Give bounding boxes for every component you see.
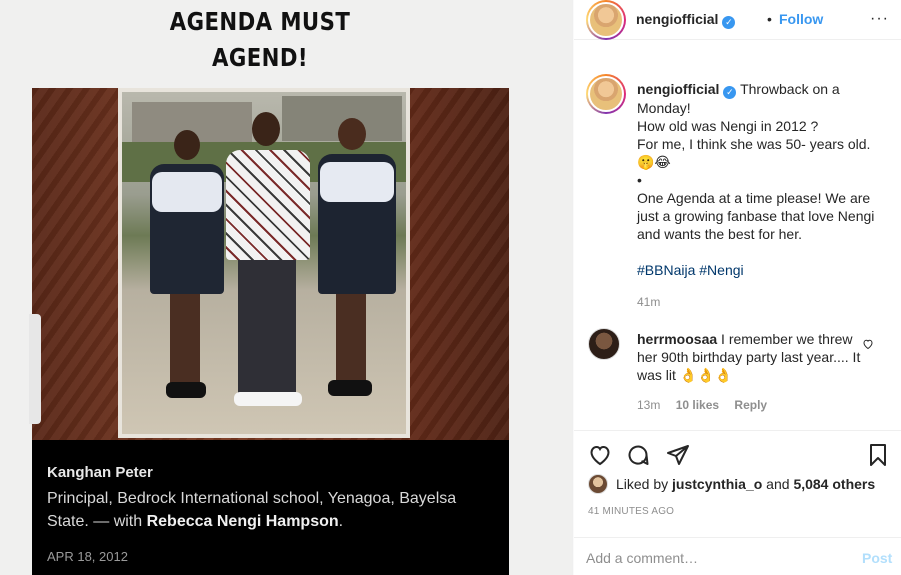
commenter-avatar[interactable]	[588, 328, 620, 360]
profile-avatar[interactable]	[586, 0, 626, 40]
liker-avatar[interactable]	[588, 474, 608, 494]
person-shoes	[328, 380, 372, 396]
likes-text: Liked by justcynthia_o and 5,084 others	[616, 476, 875, 492]
likes-summary: Liked by justcynthia_o and 5,084 others	[588, 474, 898, 496]
comments-section[interactable]: nengiofficial ✓ Throwback on a Monday! Ho…	[574, 60, 901, 430]
caption-hashtags: #BBNaija #Nengi	[637, 261, 887, 279]
caption-line2: How old was Nengi in 2012 ?	[637, 118, 819, 134]
post-actions	[574, 430, 901, 480]
header-username[interactable]: nengiofficial	[636, 11, 718, 27]
follow-button[interactable]: Follow	[779, 11, 823, 27]
group-photo	[118, 88, 410, 438]
person-head	[338, 118, 366, 150]
comment-icon[interactable]	[626, 443, 650, 472]
caption-emojis: 🤫😂	[637, 154, 671, 170]
header-separator: •	[767, 11, 772, 27]
add-comment-bar: Post	[574, 537, 901, 575]
verified-badge-icon: ✓	[722, 16, 736, 29]
verified-badge-icon: ✓	[723, 86, 737, 99]
person-head	[252, 112, 280, 146]
comment-like-heart-icon[interactable]	[862, 338, 874, 353]
hashtag-link[interactable]: #Nengi	[699, 262, 743, 278]
avatar-image	[588, 2, 624, 38]
reply-button[interactable]: Reply	[734, 398, 767, 412]
caption-line3: For me, I think she was 50- years old.	[637, 136, 871, 152]
heart-icon[interactable]	[588, 443, 612, 472]
carousel-edge[interactable]	[29, 314, 41, 424]
avatar-image	[588, 76, 624, 112]
post-media: AGENDA MUST AGEND! Kanghan Peter Princip…	[0, 0, 573, 575]
post-header: nengiofficial ✓ • Follow ···	[574, 0, 901, 40]
comment-input[interactable]	[586, 547, 836, 569]
bookmark-icon[interactable]	[866, 443, 890, 472]
post-caption: nengiofficial ✓ Throwback on a Monday! Ho…	[637, 80, 887, 311]
person-shirt	[226, 150, 310, 260]
person-legs	[336, 294, 366, 382]
meme-title-line1: AGENDA MUST	[169, 7, 351, 36]
meme-title-line2: AGEND!	[211, 43, 309, 72]
caption-tagged-person: Rebecca Nengi Hampson	[146, 513, 339, 530]
person-shirt	[320, 162, 394, 202]
caption-bullet: •	[637, 172, 642, 188]
caption-avatar[interactable]	[586, 74, 626, 114]
likes-prefix: Liked by	[616, 476, 673, 492]
post-comment-button[interactable]: Post	[862, 550, 892, 566]
comment-item: herrmoosaa I remember we threw her 90th …	[637, 330, 867, 384]
caption-line4: One Agenda at a time please! We are just…	[637, 190, 875, 242]
caption-date: APR 18, 2012	[47, 549, 128, 564]
comment-likes[interactable]: 10 likes	[676, 398, 719, 412]
caption-text-suffix: .	[338, 513, 344, 530]
comment-meta: 13m 10 likes Reply	[637, 398, 779, 412]
person-shoes	[166, 382, 206, 398]
caption-time: 41m	[637, 295, 661, 309]
comment-time: 13m	[637, 398, 661, 412]
caption-username[interactable]: nengiofficial	[637, 81, 719, 97]
meme-title: AGENDA MUST AGEND!	[141, 4, 379, 76]
caption-text: Principal, Bedrock International school,…	[47, 487, 497, 533]
share-icon[interactable]	[666, 443, 690, 472]
hashtag-link[interactable]: #BBNaija	[637, 262, 695, 278]
likes-count[interactable]: 5,084 others	[793, 476, 875, 492]
more-options-icon[interactable]: ···	[870, 10, 889, 28]
person-shirt	[152, 172, 222, 212]
person-head	[174, 130, 200, 160]
comment-emojis: 👌👌👌	[679, 367, 733, 383]
person-shoes	[234, 392, 302, 406]
post-side-panel: nengiofficial ✓ • Follow ··· nengiofficia…	[574, 0, 901, 575]
post-timestamp: 41 MINUTES AGO	[588, 506, 675, 517]
person-trousers	[238, 260, 296, 395]
person-legs	[170, 294, 200, 384]
liker-username[interactable]: justcynthia_o	[672, 476, 762, 492]
comment-username[interactable]: herrmoosaa	[637, 331, 717, 347]
header-username-row: nengiofficial ✓	[636, 11, 736, 29]
photo-caption-box: Kanghan Peter Principal, Bedrock Interna…	[32, 440, 509, 575]
photo-frame	[32, 88, 509, 440]
likes-middle: and	[762, 476, 794, 492]
caption-name: Kanghan Peter	[47, 464, 153, 481]
